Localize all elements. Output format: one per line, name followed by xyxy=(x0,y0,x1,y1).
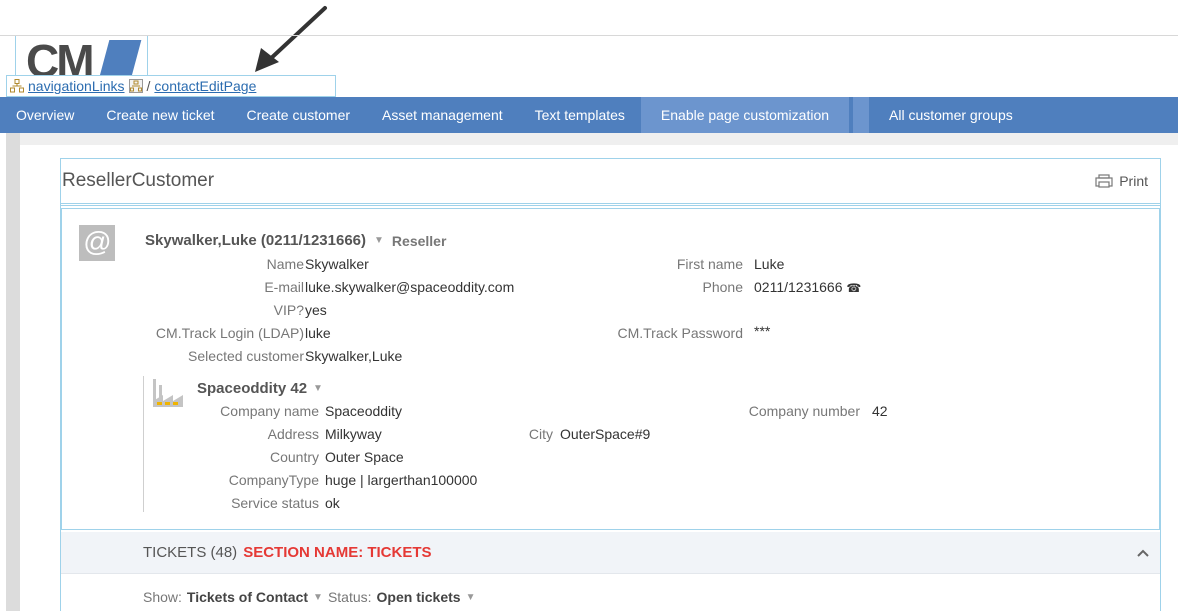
contact-name: Skywalker,Luke (0211/1231666) xyxy=(145,232,367,249)
firstname-label: First name xyxy=(676,256,743,272)
contact-box xyxy=(61,208,1160,530)
company-number-label: Company number xyxy=(748,403,860,419)
chevron-down-icon[interactable]: ▼ xyxy=(466,592,476,603)
sitemap-icon xyxy=(128,79,143,93)
nav-item-text-templates[interactable]: Text templates xyxy=(519,97,641,133)
password-label: CM.Track Password xyxy=(617,325,743,341)
print-label: Print xyxy=(1119,173,1148,189)
address-value: Milkyway xyxy=(325,426,382,442)
page-root: CM navigationLinks / contactEditPage Ove… xyxy=(0,0,1178,611)
vip-value: yes xyxy=(305,302,327,318)
company-number-value: 42 xyxy=(872,403,888,419)
show-label: Show: xyxy=(143,589,182,605)
email-label: E-mail xyxy=(264,279,304,295)
phone-icon[interactable]: ☎ xyxy=(846,281,861,295)
chevron-down-icon[interactable]: ▼ xyxy=(313,383,323,394)
company-title[interactable]: Spaceoddity 42 ▼ xyxy=(197,380,323,397)
panel-separator xyxy=(61,203,1160,206)
show-dropdown[interactable]: Tickets of Contact xyxy=(187,589,308,605)
company-divider xyxy=(143,376,144,512)
left-strip xyxy=(6,133,20,611)
logo[interactable]: CM xyxy=(15,36,148,76)
login-label: CM.Track Login (LDAP) xyxy=(155,325,304,341)
name-label: Name xyxy=(266,256,304,272)
city-label: City xyxy=(528,426,553,442)
city-value: OuterSpace#9 xyxy=(560,426,651,442)
page-title: ResellerCustomer xyxy=(62,170,215,191)
annotation-arrow-icon xyxy=(255,6,327,72)
nav-item-enable-customization[interactable]: Enable page customization xyxy=(640,97,850,133)
contact-title[interactable]: Skywalker,Luke (0211/1231666) ▼ Reseller xyxy=(145,232,446,249)
tickets-title: TICKETS (48) SECTION NAME: TICKETS xyxy=(143,544,432,561)
password-value: *** xyxy=(754,323,771,339)
main-nav: Overview Create new ticket Create custom… xyxy=(0,97,1178,133)
address-label: Address xyxy=(267,426,319,442)
chevron-up-icon[interactable] xyxy=(1136,545,1150,561)
breadcrumb: navigationLinks / contactEditPage xyxy=(6,75,336,97)
factory-icon xyxy=(153,379,183,407)
breadcrumb-link-contact-edit[interactable]: contactEditPage xyxy=(154,78,256,94)
phone-number: 0211/1231666 xyxy=(754,279,843,295)
company-type-label: CompanyType xyxy=(228,472,319,488)
nav-item-asset-management[interactable]: Asset management xyxy=(366,97,519,133)
selected-customer-label: Selected customer xyxy=(188,348,304,364)
nav-item-customer-groups[interactable]: All customer groups xyxy=(873,97,1029,133)
firstname-value: Luke xyxy=(754,256,785,272)
top-band xyxy=(20,133,1178,145)
sitemap-icon xyxy=(10,79,24,93)
ticket-filters: Show: Tickets of Contact ▼ Status: Open … xyxy=(143,589,475,605)
tickets-count: TICKETS (48) xyxy=(143,544,238,561)
breadcrumb-link-navigation[interactable]: navigationLinks xyxy=(28,78,125,94)
company-name-label: Company name xyxy=(220,403,319,419)
breadcrumb-separator: / xyxy=(146,78,151,94)
selected-customer-value: Skywalker,Luke xyxy=(305,348,403,364)
login-value: luke xyxy=(305,325,331,341)
logo-text: CM xyxy=(26,36,95,76)
country-label: Country xyxy=(269,449,319,465)
nav-divider xyxy=(849,97,874,133)
status-label: Status: xyxy=(327,589,372,605)
email-value[interactable]: luke.skywalker@spaceoddity.com xyxy=(305,279,514,295)
company-name-value: Spaceoddity xyxy=(325,403,403,419)
phone-label: Phone xyxy=(702,279,743,295)
contact-role: Reseller xyxy=(391,232,447,249)
service-status-value: ok xyxy=(325,495,340,511)
service-status-label: Service status xyxy=(231,495,319,511)
nav-item-create-ticket[interactable]: Create new ticket xyxy=(90,97,230,133)
chevron-down-icon[interactable]: ▼ xyxy=(374,235,384,246)
name-value: Skywalker xyxy=(305,256,369,272)
logo-slash-icon xyxy=(98,40,142,75)
section-name-note: SECTION NAME: TICKETS xyxy=(243,544,432,561)
nav-item-create-customer[interactable]: Create customer xyxy=(231,97,366,133)
top-divider xyxy=(0,35,1178,36)
nav-item-overview[interactable]: Overview xyxy=(0,97,90,133)
company-type-value: huge | largerthan100000 xyxy=(325,472,478,488)
company-name-title: Spaceoddity 42 xyxy=(197,380,308,397)
email-at-icon: @ xyxy=(79,225,115,261)
phone-value[interactable]: 0211/1231666 ☎ xyxy=(754,279,861,295)
vip-label: VIP? xyxy=(273,302,304,318)
chevron-down-icon[interactable]: ▼ xyxy=(313,592,323,603)
country-value: Outer Space xyxy=(325,449,404,465)
print-button[interactable]: Print xyxy=(1095,173,1148,189)
print-icon xyxy=(1095,174,1113,188)
status-dropdown[interactable]: Open tickets xyxy=(377,589,461,605)
